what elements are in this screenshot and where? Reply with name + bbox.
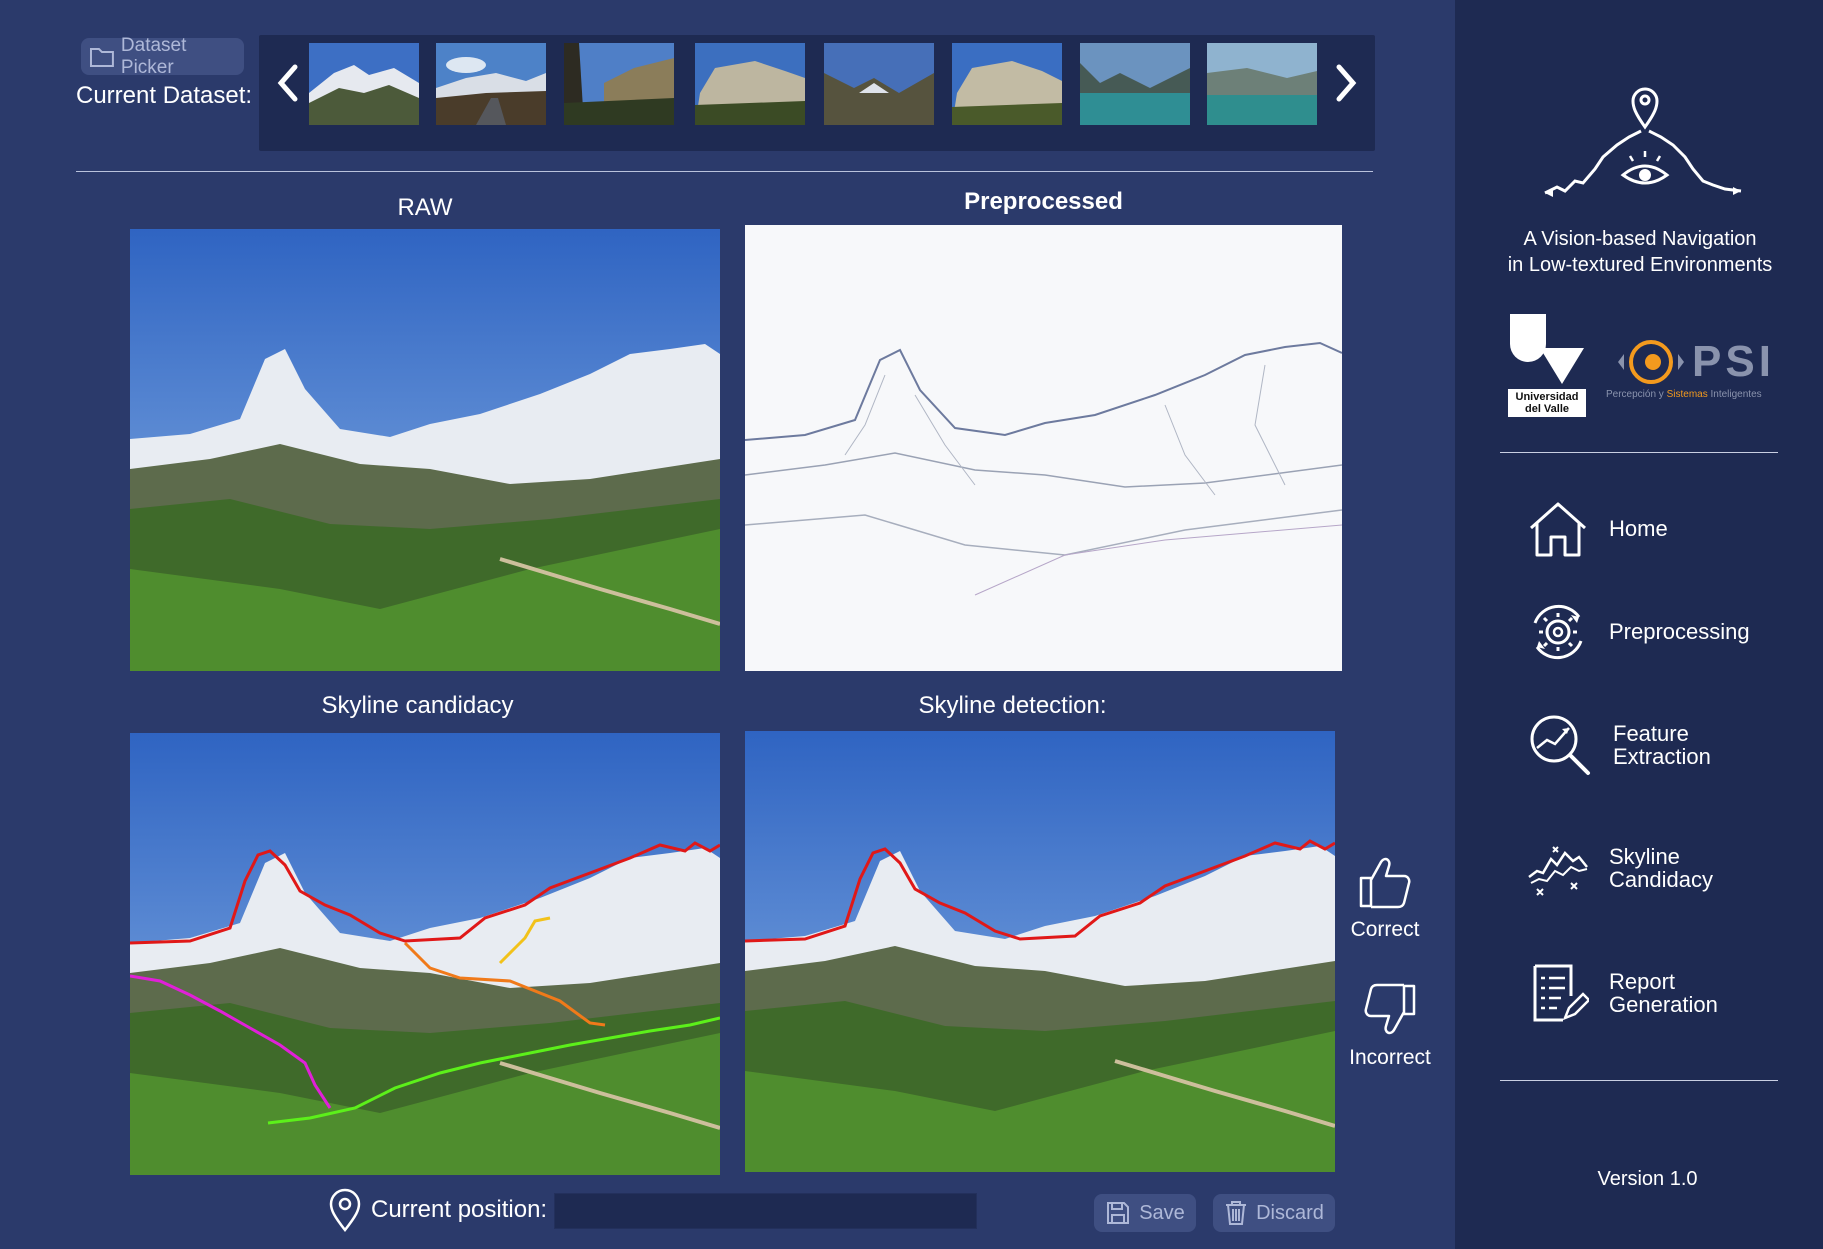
nav-label-feature-2: Extraction bbox=[1613, 744, 1711, 769]
psi-eye-icon bbox=[1618, 340, 1684, 384]
dataset-thumbnail[interactable] bbox=[564, 43, 674, 125]
sidebar-divider-top bbox=[1500, 452, 1778, 453]
univalle-line1: Universidad bbox=[1515, 391, 1579, 403]
dataset-picker-label: Dataset Picker bbox=[120, 34, 187, 78]
current-position-field[interactable] bbox=[554, 1193, 977, 1229]
nav-item-report-generation[interactable]: Report Generation bbox=[1527, 962, 1807, 1024]
current-dataset-label: Current Dataset: bbox=[76, 82, 253, 109]
chevron-left-icon[interactable] bbox=[273, 63, 303, 103]
incorrect-button[interactable]: Incorrect bbox=[1340, 980, 1440, 1070]
nav-label-preprocessing: Preprocessing bbox=[1609, 619, 1750, 644]
save-button[interactable]: Save bbox=[1094, 1194, 1196, 1232]
discard-label: Discard bbox=[1256, 1201, 1324, 1224]
nav-item-feature-extraction[interactable]: Feature Extraction bbox=[1527, 712, 1807, 778]
thumbs-up-icon bbox=[1359, 857, 1411, 909]
incorrect-label: Incorrect bbox=[1349, 1046, 1431, 1069]
nav-item-preprocessing[interactable]: Preprocessing bbox=[1527, 601, 1807, 663]
nav-label-skyline-1: Skyline bbox=[1609, 844, 1680, 869]
candidacy-title: Skyline candidacy bbox=[321, 692, 514, 719]
skyline-icon bbox=[1528, 846, 1588, 896]
correct-label: Correct bbox=[1350, 918, 1420, 941]
app-title: A Vision-based Navigation in Low-texture… bbox=[1470, 226, 1810, 278]
dataset-thumbnail[interactable] bbox=[309, 43, 419, 125]
psi-text: PSI bbox=[1692, 337, 1775, 386]
nav-label-home: Home bbox=[1609, 516, 1668, 541]
correct-button[interactable]: Correct bbox=[1340, 852, 1430, 942]
psi-tagline: Percepción y Sistemas Inteligentes bbox=[1606, 389, 1762, 400]
app-title-line1: A Vision-based Navigation bbox=[1523, 228, 1757, 250]
nav-item-skyline-candidacy[interactable]: Skyline Candidacy bbox=[1527, 837, 1807, 899]
magnifier-chart-icon bbox=[1530, 715, 1590, 775]
header-divider bbox=[76, 171, 1373, 172]
univalle-logo: Universidad del Valle bbox=[1508, 312, 1588, 420]
dataset-thumbnail[interactable] bbox=[436, 43, 546, 125]
thumbs-down-icon bbox=[1364, 983, 1416, 1035]
nav-label-report-1: Report bbox=[1609, 969, 1676, 994]
home-icon bbox=[1530, 502, 1586, 557]
current-position-label: Current position: bbox=[371, 1196, 548, 1223]
floppy-disk-icon bbox=[1107, 1202, 1130, 1224]
app-title-line2: in Low-textured Environments bbox=[1507, 254, 1773, 276]
report-icon bbox=[1533, 964, 1589, 1022]
location-pin-icon bbox=[329, 1188, 361, 1232]
sidebar-divider-bottom bbox=[1500, 1080, 1778, 1081]
univalle-line2: del Valle bbox=[1524, 403, 1570, 415]
version-label: Version 1.0 bbox=[1597, 1168, 1698, 1190]
save-label: Save bbox=[1139, 1201, 1185, 1224]
raw-image bbox=[130, 229, 720, 671]
trash-icon bbox=[1226, 1201, 1247, 1225]
nav-label-report-2: Generation bbox=[1609, 992, 1718, 1017]
dataset-thumbnail[interactable] bbox=[824, 43, 934, 125]
skyline-candidacy-image bbox=[130, 733, 720, 1175]
dataset-thumbnail[interactable] bbox=[1080, 43, 1190, 125]
psi-logo: PSI Percepción y Sistemas Inteligentes bbox=[1606, 335, 1776, 405]
discard-button[interactable]: Discard bbox=[1213, 1194, 1335, 1232]
dataset-carousel bbox=[259, 35, 1375, 151]
preprocessed-title: Preprocessed bbox=[964, 188, 1123, 215]
skyline-detection-image bbox=[745, 731, 1335, 1172]
dataset-thumbnail[interactable] bbox=[1207, 43, 1317, 125]
gear-cycle-icon bbox=[1533, 604, 1583, 660]
nav-item-home[interactable]: Home bbox=[1527, 498, 1807, 560]
raw-title: RAW bbox=[397, 194, 453, 221]
app-logo-icon bbox=[1544, 87, 1742, 197]
dataset-picker-button[interactable]: Dataset Picker bbox=[81, 35, 244, 78]
dataset-thumbnail[interactable] bbox=[952, 43, 1062, 125]
dataset-thumbnail[interactable] bbox=[695, 43, 805, 125]
nav-label-feature-1: Feature bbox=[1613, 721, 1689, 746]
detection-title: Skyline detection: bbox=[918, 692, 1107, 719]
preprocessed-image bbox=[745, 225, 1342, 671]
folder-icon bbox=[89, 47, 114, 67]
nav-label-skyline-2: Candidacy bbox=[1609, 867, 1713, 892]
chevron-right-icon[interactable] bbox=[1331, 63, 1361, 103]
